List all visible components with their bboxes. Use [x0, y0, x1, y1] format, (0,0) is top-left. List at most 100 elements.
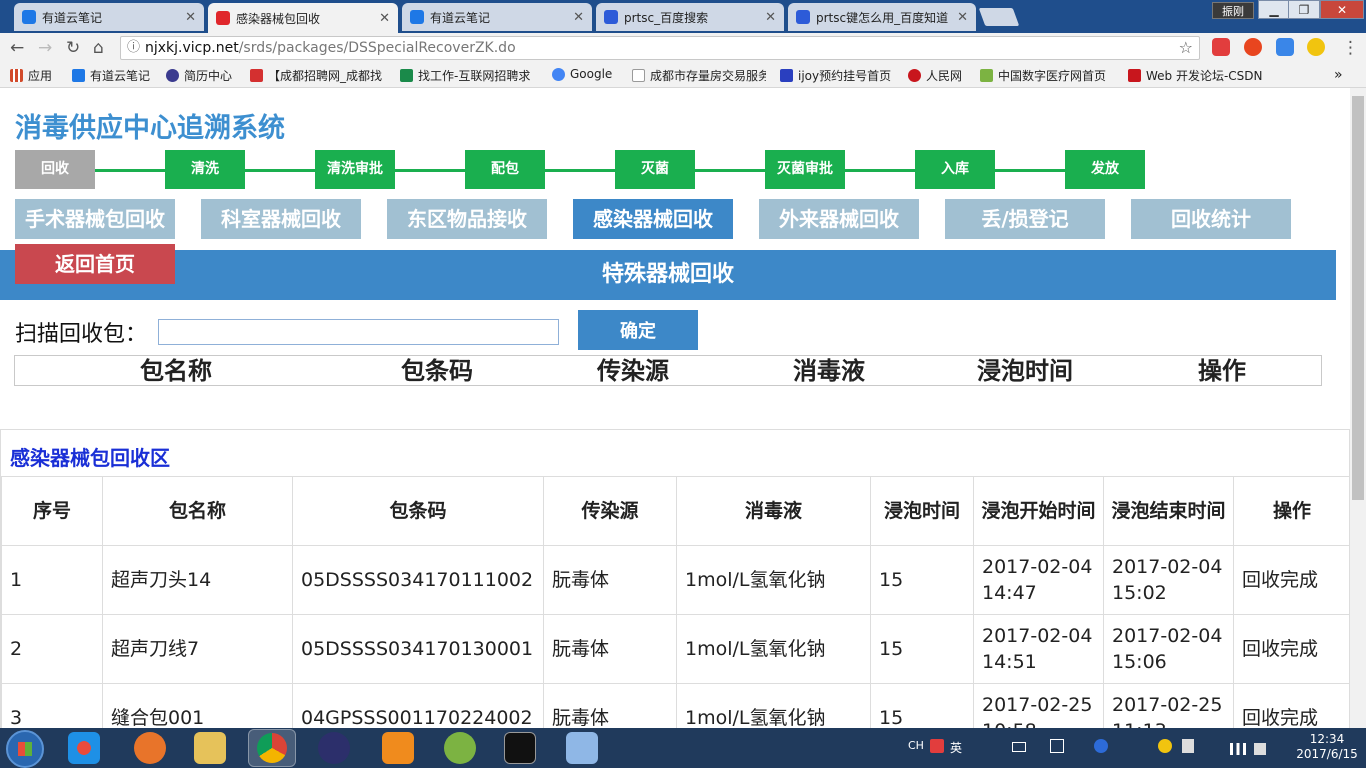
- nav-infection-recover[interactable]: 感染器械回收: [573, 199, 733, 239]
- section-title: 感染器械包回收区: [10, 446, 170, 470]
- browser-tab-3[interactable]: 有道云笔记 ✕: [402, 3, 592, 31]
- android-studio-icon[interactable]: [444, 732, 476, 764]
- address-bar[interactable]: ⓘ njxkj.vicp.net/srds/packages/DSSpecial…: [120, 36, 1200, 60]
- close-icon[interactable]: ✕: [573, 10, 584, 25]
- scrollbar-thumb[interactable]: [1352, 96, 1364, 500]
- step-issue[interactable]: 发放: [1065, 150, 1145, 189]
- browser-tab-2-active[interactable]: 感染器械包回收 ✕: [208, 3, 398, 33]
- bookmarks-more-button[interactable]: »: [1334, 67, 1343, 83]
- bookmark-item[interactable]: 找工作-互联网招聘求: [400, 67, 537, 84]
- file-explorer-icon[interactable]: [194, 732, 226, 764]
- people-daily-icon: [908, 69, 921, 82]
- step-sterilize-approve[interactable]: 灭菌审批: [765, 150, 845, 189]
- nav-external-recover[interactable]: 外来器械回收: [759, 199, 919, 239]
- nav-east-receive[interactable]: 东区物品接收: [387, 199, 547, 239]
- new-tab-button[interactable]: [978, 8, 1020, 26]
- close-icon[interactable]: ✕: [765, 10, 776, 25]
- bookmark-item[interactable]: Web 开发论坛-CSDN: [1128, 67, 1266, 84]
- 360-browser-icon[interactable]: [68, 732, 100, 764]
- bookmark-item[interactable]: ijoy预约挂号首页: [780, 67, 891, 84]
- opera-extension-icon[interactable]: [1244, 38, 1262, 56]
- step-recover[interactable]: 回收: [15, 150, 95, 189]
- eclipse-icon[interactable]: [318, 732, 350, 764]
- cell-action[interactable]: 回收完成: [1233, 683, 1350, 728]
- bookmark-label: 成都市存量房交易服务: [650, 69, 766, 83]
- table-row: 1 超声刀头14 05DSSSS034170111002 朊毒体 1mol/L氢…: [1, 545, 1350, 615]
- home-icon[interactable]: ⌂: [93, 38, 104, 58]
- scan-input[interactable]: [158, 319, 559, 345]
- extension-icon[interactable]: [1276, 38, 1294, 56]
- url-host: njxkj.vicp.net: [145, 40, 239, 56]
- bookmark-item[interactable]: 中国数字医疗网首页: [980, 67, 1110, 84]
- postman-icon[interactable]: [134, 732, 166, 764]
- confirm-button[interactable]: 确定: [578, 310, 698, 350]
- menu-icon[interactable]: ⋮: [1342, 38, 1359, 58]
- signal-icon[interactable]: [1230, 743, 1246, 755]
- nav-recover-stats[interactable]: 回收统计: [1131, 199, 1291, 239]
- close-icon[interactable]: ✕: [957, 10, 968, 25]
- chrome-taskbar-button[interactable]: [248, 729, 296, 767]
- step-wash[interactable]: 清洗: [165, 150, 245, 189]
- bookmark-item[interactable]: Google: [552, 67, 612, 81]
- nav-surgical-recover[interactable]: 手术器械包回收: [15, 199, 175, 239]
- sublime-text-icon[interactable]: [382, 732, 414, 764]
- bookmark-item[interactable]: 人民网: [908, 67, 962, 84]
- close-icon[interactable]: ✕: [185, 10, 196, 25]
- sogou-ime-icon[interactable]: [930, 739, 944, 753]
- cell-action[interactable]: 回收完成: [1233, 545, 1350, 615]
- tray-app-icon[interactable]: [1158, 739, 1172, 753]
- volume-icon[interactable]: [1254, 743, 1266, 755]
- bookmark-item[interactable]: 成都市存量房交易服务: [632, 67, 766, 84]
- bookmark-item[interactable]: 【成都招聘网_成都找: [250, 67, 385, 84]
- step-pack[interactable]: 配包: [465, 150, 545, 189]
- info-icon[interactable]: ⓘ: [127, 37, 140, 59]
- forward-icon[interactable]: →: [38, 38, 52, 58]
- reload-icon[interactable]: ↻: [66, 38, 80, 58]
- close-icon[interactable]: ✕: [379, 11, 390, 26]
- share-icon[interactable]: [1050, 739, 1064, 753]
- page-scrollbar[interactable]: [1350, 88, 1366, 728]
- close-window-button[interactable]: ✕: [1320, 0, 1364, 19]
- bookmark-star-icon[interactable]: ☆: [1179, 37, 1193, 59]
- taskbar-clock[interactable]: 12:34 2017/6/15: [1296, 732, 1358, 762]
- paint-icon[interactable]: [566, 732, 598, 764]
- step-wash-approve[interactable]: 清洗审批: [315, 150, 395, 189]
- ime-mode[interactable]: 英: [950, 739, 962, 756]
- bookmark-item[interactable]: 简历中心: [166, 67, 232, 84]
- cell-soak-start: 2017-02-04 14:51: [973, 614, 1104, 684]
- minimize-button[interactable]: ▁: [1258, 0, 1290, 19]
- column-header: 消毒液: [676, 476, 871, 546]
- help-icon[interactable]: [1094, 739, 1108, 753]
- clock-date: 2017/6/15: [1296, 747, 1358, 761]
- bookmark-apps[interactable]: 应用: [10, 67, 52, 84]
- command-prompt-icon[interactable]: [504, 732, 536, 764]
- column-header: 操作: [1233, 476, 1350, 546]
- extension-icon[interactable]: [1212, 38, 1230, 56]
- language-indicator[interactable]: CH: [908, 739, 924, 752]
- nav-dept-recover[interactable]: 科室器械回收: [201, 199, 361, 239]
- back-icon[interactable]: ←: [10, 38, 24, 58]
- step-sterilize[interactable]: 灭菌: [615, 150, 695, 189]
- scan-label: 扫描回收包：: [15, 322, 148, 347]
- browser-toolbar: ← → ↻ ⌂ ⓘ njxkj.vicp.net/srds/packages/D…: [0, 33, 1366, 63]
- nav-loss-register[interactable]: 丢/损登记: [945, 199, 1105, 239]
- column-header: 浸泡时间: [977, 357, 1073, 385]
- cell-action[interactable]: 回收完成: [1233, 614, 1350, 684]
- page-content: 消毒供应中心追溯系统 回收 清洗 清洗审批 配包 灭菌 灭菌审批 入库 发放 手…: [0, 88, 1350, 728]
- extension-icon[interactable]: [1307, 38, 1325, 56]
- keyboard-icon[interactable]: [1012, 742, 1026, 752]
- maximize-button[interactable]: ❐: [1288, 0, 1320, 19]
- bookmark-item[interactable]: 有道云笔记: [72, 67, 150, 84]
- site-logo-icon: [216, 11, 230, 25]
- bookmarks-bar: 应用 有道云笔记 简历中心 【成都招聘网_成都找 找工作-互联网招聘求 Goog…: [0, 63, 1366, 88]
- back-home-button[interactable]: 返回首页: [15, 244, 175, 284]
- table-row: 2 超声刀线7 05DSSSS034170130001 朊毒体 1mol/L氢氧…: [1, 614, 1350, 684]
- window-user-badge[interactable]: 振刚: [1212, 2, 1254, 19]
- cell-barcode: 04GPSSS001170224002: [292, 683, 544, 728]
- browser-tab-4[interactable]: prtsc_百度搜索 ✕: [596, 3, 784, 31]
- browser-tab-1[interactable]: 有道云笔记 ✕: [14, 3, 204, 31]
- start-button[interactable]: [6, 730, 44, 768]
- step-store[interactable]: 入库: [915, 150, 995, 189]
- browser-tab-5[interactable]: prtsc键怎么用_百度知道 ✕: [788, 3, 976, 31]
- network-flag-icon[interactable]: [1182, 739, 1194, 753]
